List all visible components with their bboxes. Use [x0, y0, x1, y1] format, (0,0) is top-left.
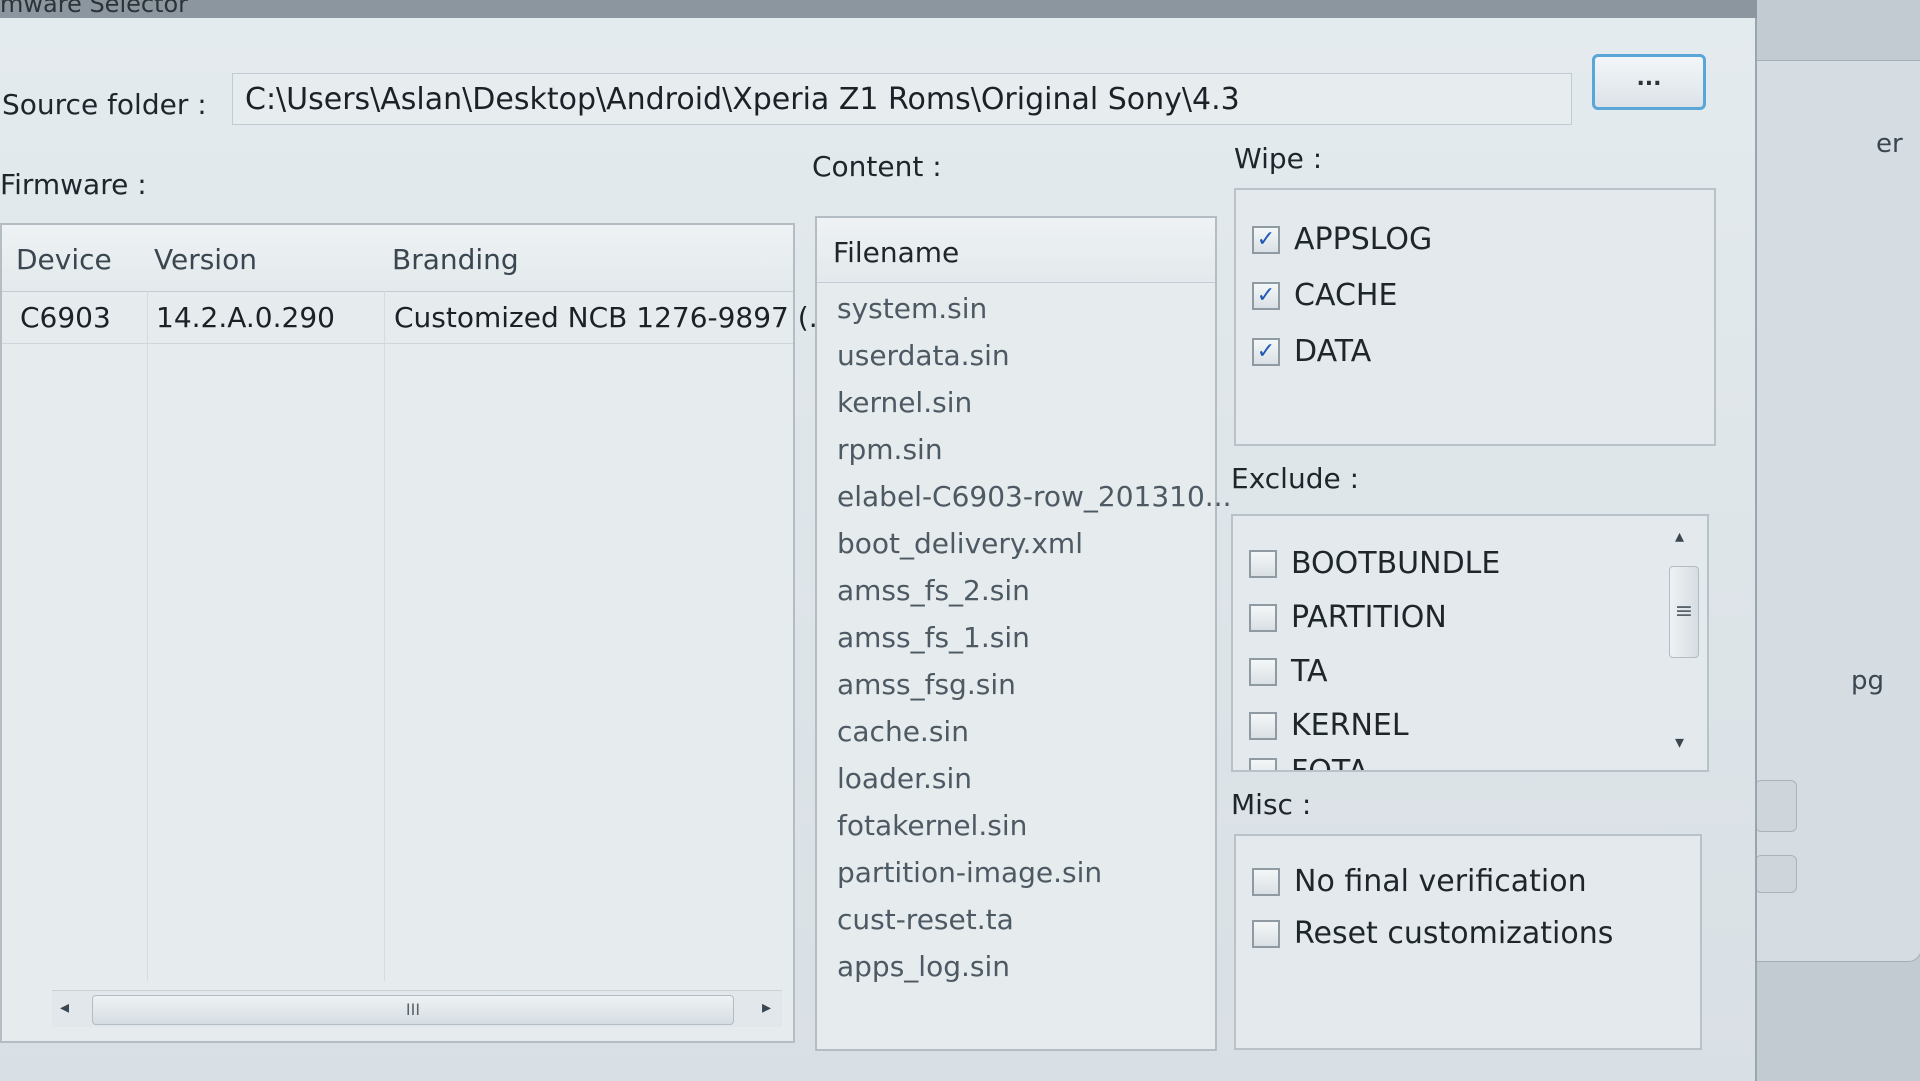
content-list[interactable]: Filename system.sin userdata.sin kernel.…: [815, 216, 1231, 1051]
window-title: mware Selector: [0, 0, 189, 18]
column-header-branding[interactable]: Branding: [392, 243, 519, 276]
list-item[interactable]: cache.sin: [837, 715, 969, 748]
checkbox-label[interactable]: PARTITION: [1291, 600, 1447, 635]
column-header-device[interactable]: Device: [16, 243, 112, 276]
background-button: [1755, 780, 1797, 832]
misc-group: No final verification Reset customizatio…: [1234, 834, 1702, 1050]
checkbox-label[interactable]: KERNEL: [1291, 708, 1409, 743]
firmware-list[interactable]: Device Version Branding C6903 14.2.A.0.2…: [0, 223, 835, 1043]
table-row[interactable]: C6903 14.2.A.0.290 Customized NCB 1276-9…: [2, 291, 835, 344]
list-item[interactable]: fotakernel.sin: [837, 809, 1027, 842]
checkbox-label[interactable]: BOOTBUNDLE: [1291, 546, 1500, 581]
content-list-header: Filename: [817, 218, 1215, 283]
scroll-up-icon[interactable]: ▴: [1675, 526, 1684, 547]
checkbox-icon[interactable]: [1249, 604, 1277, 632]
vertical-scrollbar[interactable]: ▴ ≡ ▾: [1665, 526, 1701, 756]
firmware-label: Firmware :: [0, 168, 147, 201]
checkbox-icon[interactable]: [1249, 550, 1277, 578]
checkbox-label[interactable]: APPSLOG: [1294, 222, 1432, 257]
source-folder-field[interactable]: C:\Users\Aslan\Desktop\Android\Xperia Z1…: [232, 73, 1572, 125]
scrollbar-thumb[interactable]: ≡: [1669, 566, 1699, 658]
wipe-group: ✓ APPSLOG ✓ CACHE ✓ DATA: [1234, 188, 1716, 446]
checkbox-icon[interactable]: ✓: [1252, 226, 1280, 254]
list-item[interactable]: rpm.sin: [837, 433, 943, 466]
exclude-group[interactable]: BOOTBUNDLE PARTITION TA KERNEL FOTA ▴ ≡ …: [1231, 514, 1709, 772]
checkbox-label[interactable]: CACHE: [1294, 278, 1397, 313]
list-item[interactable]: partition-image.sin: [837, 856, 1102, 889]
list-item[interactable]: amss_fs_1.sin: [837, 621, 1030, 654]
checkbox-icon[interactable]: ✓: [1252, 282, 1280, 310]
list-item[interactable]: elabel-C6903-row_201310...: [837, 480, 1231, 513]
list-item[interactable]: boot_delivery.xml: [837, 527, 1083, 560]
background-text-mid: pg: [1851, 666, 1885, 696]
list-item[interactable]: cust-reset.ta: [837, 903, 1014, 936]
checkbox-label[interactable]: Reset customizations: [1294, 916, 1613, 951]
checkbox-label[interactable]: TA: [1291, 654, 1328, 689]
scroll-left-icon[interactable]: ◂: [60, 997, 69, 1018]
cell-device: C6903: [20, 301, 111, 334]
list-item[interactable]: kernel.sin: [837, 386, 972, 419]
checkbox-icon[interactable]: [1249, 758, 1277, 770]
content-label: Content :: [812, 150, 942, 183]
list-item[interactable]: amss_fs_2.sin: [837, 574, 1030, 607]
scroll-down-icon[interactable]: ▾: [1675, 732, 1684, 753]
list-item[interactable]: userdata.sin: [837, 339, 1010, 372]
checkbox-icon[interactable]: [1249, 712, 1277, 740]
scroll-right-icon[interactable]: ▸: [762, 997, 771, 1018]
background-text-top: er: [1876, 129, 1903, 159]
horizontal-scrollbar[interactable]: ◂ III ▸: [52, 990, 782, 1027]
checkbox-label[interactable]: FOTA: [1291, 754, 1368, 770]
checkbox-icon[interactable]: [1252, 920, 1280, 948]
column-divider: [147, 291, 148, 981]
column-divider: [384, 291, 385, 981]
scrollbar-thumb[interactable]: III: [92, 995, 734, 1025]
list-item[interactable]: amss_fsg.sin: [837, 668, 1016, 701]
checkbox-label[interactable]: No final verification: [1294, 864, 1587, 899]
list-item[interactable]: loader.sin: [837, 762, 972, 795]
browse-button[interactable]: ...: [1592, 54, 1706, 110]
checkbox-icon[interactable]: [1249, 658, 1277, 686]
misc-label: Misc :: [1231, 788, 1312, 821]
firmware-list-header: Device Version Branding: [2, 225, 793, 292]
wipe-label: Wipe :: [1234, 142, 1323, 175]
cell-branding: Customized NCB 1276-9897 (...: [394, 301, 836, 334]
source-folder-label: Source folder :: [2, 88, 207, 121]
column-header-filename[interactable]: Filename: [833, 236, 959, 269]
checkbox-icon[interactable]: ✓: [1252, 338, 1280, 366]
cell-version: 14.2.A.0.290: [156, 301, 335, 334]
checkbox-label[interactable]: DATA: [1294, 334, 1371, 369]
list-item[interactable]: system.sin: [837, 292, 987, 325]
column-header-version[interactable]: Version: [154, 243, 257, 276]
list-item[interactable]: apps_log.sin: [837, 950, 1010, 983]
exclude-label: Exclude :: [1231, 462, 1360, 495]
title-bar: mware Selector: [0, 0, 1760, 18]
background-button-2: [1755, 855, 1797, 893]
firmware-selector-dialog: Source folder : C:\Users\Aslan\Desktop\A…: [0, 18, 1757, 1081]
checkbox-icon[interactable]: [1252, 868, 1280, 896]
